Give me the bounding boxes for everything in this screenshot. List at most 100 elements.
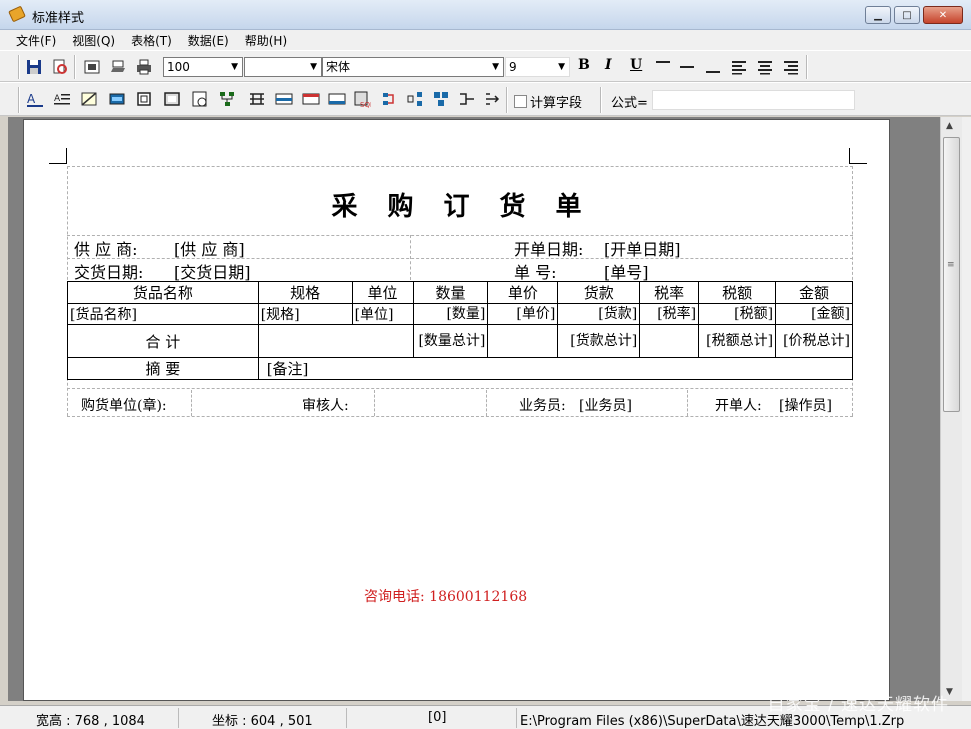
salesman-label[interactable]: 业务员: (519, 395, 566, 415)
border-top-icon[interactable] (654, 58, 672, 76)
close-button[interactable]: ✕ (923, 6, 963, 24)
field-cell[interactable]: [单位] (351, 303, 414, 325)
align-right-icon[interactable] (782, 58, 800, 76)
total-tax-cell[interactable]: [税额总计] (698, 324, 777, 358)
menu-data[interactable]: 数据(E) (180, 32, 237, 49)
format-toolbar: 100 ▼ ▼ 宋体 ▼ 9 ▼ B I U (0, 50, 971, 82)
supplier-field[interactable]: [供 应 商] (174, 236, 245, 260)
detail-table: 货品名称 规格 单位 数量 单价 货款 税率 税额 金额 [货品名称] [规格]… (67, 281, 854, 380)
font-size-select[interactable]: 9 ▼ (505, 57, 570, 77)
supplier-label[interactable]: 供 应 商: (74, 236, 138, 260)
menu-table[interactable]: 表格(T) (123, 32, 180, 49)
empty-cell[interactable] (257, 324, 414, 358)
border-middle-icon[interactable] (678, 58, 696, 76)
align-center-icon[interactable] (756, 58, 774, 76)
link-icon[interactable] (381, 90, 399, 108)
total-amount-cell[interactable]: [价税总计] (775, 324, 853, 358)
page-setup-icon[interactable] (83, 58, 101, 76)
design-canvas[interactable]: 采购订货单 供 应 商: [供 应 商] 开单日期: [开单日期] 交货日期: … (8, 117, 940, 701)
menu-view[interactable]: 视图(Q) (64, 32, 123, 49)
style-select[interactable]: ▼ (244, 57, 322, 77)
field-cell[interactable]: [单价] (487, 303, 559, 325)
label-icon[interactable]: A (53, 90, 71, 108)
tree-icon[interactable] (218, 90, 236, 108)
empty-cell[interactable] (639, 324, 700, 358)
status-size: 宽高 : 768 , 1084 (36, 714, 145, 729)
insert-row-icon[interactable] (275, 90, 293, 108)
border-bottom-icon[interactable] (704, 58, 722, 76)
bold-button[interactable]: B (578, 57, 590, 73)
minimize-button[interactable]: ▁ (865, 6, 891, 24)
field-cell[interactable]: [税率] (639, 303, 700, 325)
zoom-select[interactable]: 100 ▼ (163, 57, 243, 77)
sql-icon[interactable]: SQL (353, 90, 374, 109)
header-cell[interactable]: 单位 (351, 281, 414, 304)
header-cell[interactable]: 货品名称 (67, 281, 259, 304)
vertical-scrollbar[interactable]: ▲ ≡ ▼ (940, 117, 962, 701)
merge-icon[interactable] (432, 90, 450, 108)
empty-cell[interactable] (487, 324, 559, 358)
header-cell[interactable]: 货款 (557, 281, 641, 304)
calc-field-checkbox[interactable] (514, 95, 527, 108)
maximize-button[interactable]: □ (894, 6, 920, 24)
header-cell[interactable]: 金额 (775, 281, 853, 304)
formula-input[interactable] (652, 90, 855, 110)
field-cell[interactable]: [数量] (412, 303, 489, 325)
summary-label[interactable]: 摘 要 (67, 357, 259, 380)
delivery-date-field[interactable]: [交货日期] (174, 259, 251, 283)
report-title[interactable]: 采购订货单 (24, 186, 889, 223)
menu-file[interactable]: 文件(F) (8, 32, 64, 49)
delivery-date-label[interactable]: 交货日期: (74, 259, 143, 283)
text-color-icon[interactable]: A (26, 90, 44, 108)
doc-no-field[interactable]: [单号] (604, 259, 649, 283)
insert-column-icon[interactable] (302, 90, 320, 108)
underline-button[interactable]: U (630, 57, 642, 73)
order-date-label[interactable]: 开单日期: (514, 236, 583, 260)
header-cell[interactable]: 税率 (639, 281, 700, 304)
header-cell[interactable]: 规格 (257, 281, 353, 304)
issuer-label[interactable]: 开单人: (715, 395, 762, 415)
buyer-label[interactable]: 购货单位(章): (81, 395, 167, 415)
field-cell[interactable]: [货款] (557, 303, 641, 325)
summary-field[interactable]: [备注] (257, 357, 854, 380)
report-page: 采购订货单 供 应 商: [供 应 商] 开单日期: [开单日期] 交货日期: … (23, 119, 890, 701)
reviewer-label[interactable]: 审核人: (302, 395, 349, 415)
salesman-field[interactable]: [业务员] (579, 395, 632, 415)
field-cell[interactable]: [金额] (775, 303, 853, 325)
export-icon[interactable] (109, 58, 127, 76)
calc-field-toggle[interactable]: 计算字段 (514, 92, 582, 111)
field-icon[interactable] (108, 90, 126, 108)
doc-no-label[interactable]: 单 号: (514, 259, 556, 283)
order-date-field[interactable]: [开单日期] (604, 236, 681, 260)
field-cell[interactable]: [规格] (257, 303, 353, 325)
scroll-up-icon[interactable]: ▲ (946, 121, 953, 131)
field-cell[interactable]: [税额] (698, 303, 777, 325)
group-icon[interactable] (135, 90, 153, 108)
delete-row-icon[interactable] (328, 90, 346, 108)
phone-text: 咨询电话: 18600112168 (364, 589, 528, 605)
arrow-right-icon[interactable] (484, 90, 502, 108)
save-icon[interactable] (25, 58, 43, 76)
join-icon[interactable] (406, 90, 424, 108)
split-icon[interactable] (458, 90, 476, 108)
total-label[interactable]: 合 计 (67, 324, 259, 358)
menu-help[interactable]: 帮助(H) (237, 32, 295, 49)
italic-button[interactable]: I (605, 57, 612, 73)
print-icon[interactable] (135, 58, 153, 76)
scrollbar-thumb[interactable] (943, 137, 960, 412)
issuer-field[interactable]: [操作员] (779, 395, 832, 415)
header-cell[interactable]: 单价 (487, 281, 559, 304)
preview-icon[interactable] (51, 58, 69, 76)
font-select[interactable]: 宋体 ▼ (322, 57, 504, 77)
header-cell[interactable]: 税额 (698, 281, 777, 304)
frame-icon[interactable] (163, 90, 181, 108)
grip-icon: ≡ (947, 260, 955, 270)
total-goods-cell[interactable]: [货款总计] (557, 324, 641, 358)
total-qty-cell[interactable]: [数量总计] (412, 324, 489, 358)
datetime-icon[interactable] (191, 90, 209, 108)
field-cell[interactable]: [货品名称] (67, 303, 259, 325)
align-left-icon[interactable] (730, 58, 748, 76)
line-icon[interactable] (80, 90, 98, 108)
header-cell[interactable]: 数量 (412, 281, 489, 304)
table-icon[interactable] (248, 90, 266, 108)
